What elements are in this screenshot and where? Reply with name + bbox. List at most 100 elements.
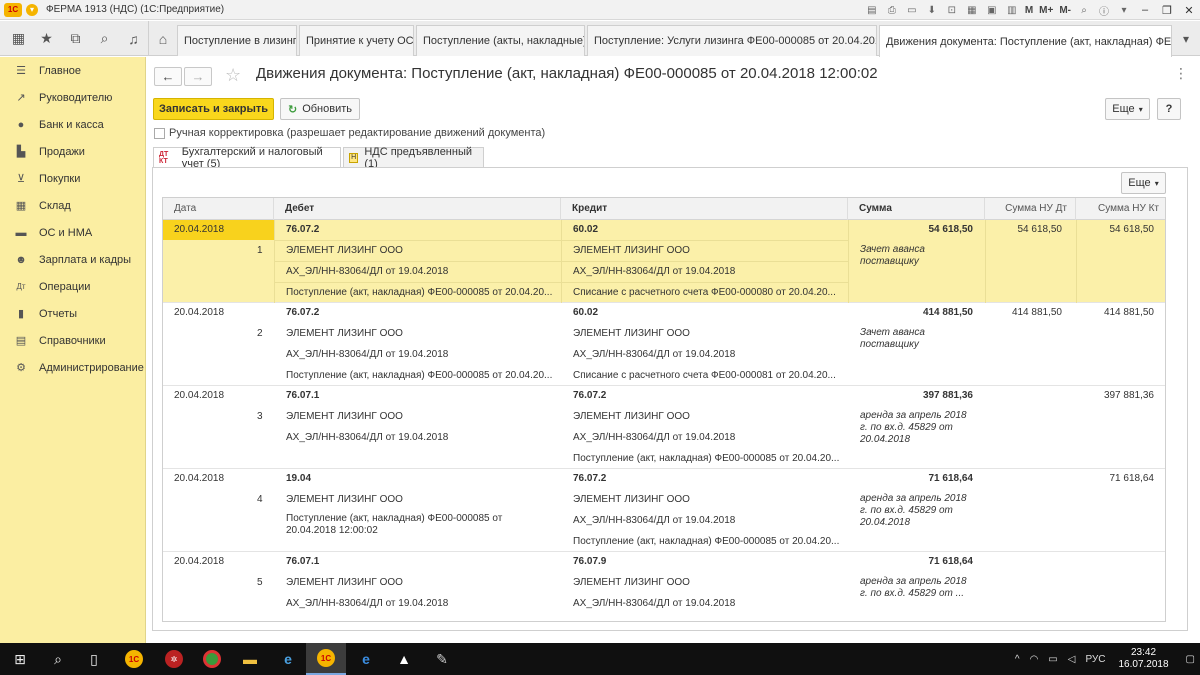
apps-grid-icon[interactable]: ▦: [4, 21, 33, 56]
tab-postuplenie-akty[interactable]: Поступление (акты, накладные) ×: [416, 25, 585, 56]
table-more-button[interactable]: Еще ▾: [1121, 172, 1166, 194]
column-date[interactable]: Дата: [163, 198, 274, 220]
edge-icon[interactable]: e: [346, 643, 386, 675]
row-content: Зачет аванса поставщику: [860, 244, 925, 267]
tab-label: Поступление: Услуги лизинга ФЕ00-000085 …: [594, 35, 877, 47]
task-view-icon[interactable]: ▯: [74, 643, 114, 675]
sidebar-item-glavnoe[interactable]: ☰ Главное: [0, 57, 145, 84]
app-1c-active-icon[interactable]: 1С: [306, 643, 346, 675]
speaker-icon[interactable]: ◁: [1068, 654, 1076, 665]
credit-account: 76.07.2: [573, 390, 607, 401]
app-1c-icon[interactable]: 1С: [114, 643, 154, 675]
windows-start-icon[interactable]: ⊞: [0, 643, 40, 675]
maximize-button[interactable]: ❐: [1156, 0, 1178, 20]
manual-correction-checkbox[interactable]: [154, 128, 165, 139]
file-explorer-icon[interactable]: ▬: [230, 643, 270, 675]
more-button[interactable]: Еще ▾: [1105, 98, 1150, 120]
bell-icon[interactable]: ♫: [119, 21, 148, 56]
sidebar-item-administrirovanie[interactable]: ⚙ Администрирование: [0, 354, 145, 381]
photos-icon[interactable]: ▲: [384, 643, 424, 675]
table-icon[interactable]: ▦: [965, 4, 979, 16]
internet-explorer-icon[interactable]: e: [268, 643, 308, 675]
info-icon[interactable]: ⓘ: [1097, 4, 1111, 18]
chart-icon: ↗: [16, 92, 26, 104]
save-icon[interactable]: ▤: [865, 4, 879, 16]
column-sum[interactable]: Сумма: [848, 198, 985, 220]
row-number: 2: [257, 328, 263, 339]
memory-button[interactable]: M: [1025, 5, 1033, 16]
clock[interactable]: 23:42 16.07.2018: [1118, 647, 1168, 671]
table-row[interactable]: 20.04.2018 4 19.04 ЭЛЕМЕНТ ЛИЗИНГ ООО По…: [163, 469, 1165, 552]
column-debit[interactable]: Дебет: [274, 198, 561, 220]
sidebar-item-bank[interactable]: ● Банк и касса: [0, 111, 145, 138]
tab-prinyatie-os[interactable]: Принятие к учету ОС ×: [299, 25, 414, 56]
tabs-menu-icon[interactable]: ▾: [1172, 21, 1200, 56]
notifications-icon[interactable]: ▢: [1186, 654, 1195, 665]
preview-icon[interactable]: ▭: [905, 4, 919, 16]
tab-postuplenie-v-lizing[interactable]: Поступление в лизинг ×: [177, 25, 297, 56]
debit-subconto-3: Поступление (акт, накладная) ФЕ00-000085…: [286, 370, 553, 381]
print-icon[interactable]: ⎙: [885, 4, 899, 16]
table-row[interactable]: 20.04.2018 1 76.07.2 ЭЛЕМЕНТ ЛИЗИНГ ООО …: [163, 220, 1165, 303]
settings-arrow-icon[interactable]: ▾: [1117, 4, 1131, 16]
sidebar-item-operacii[interactable]: Дт Операции: [0, 273, 145, 300]
row-sum: 71 618,64: [928, 473, 974, 484]
memory-minus-button[interactable]: M-: [1059, 5, 1071, 16]
sidebar-item-rukovoditelyu[interactable]: ↗ Руководителю: [0, 84, 145, 111]
calculator-icon[interactable]: ▥: [1005, 4, 1019, 16]
column-sum-nu-kt[interactable]: Сумма НУ Кт: [1076, 198, 1165, 220]
sidebar-item-label: Операции: [39, 280, 91, 293]
sidebar-item-spravochniki[interactable]: ▤ Справочники: [0, 327, 145, 354]
calendar-icon[interactable]: ▣: [985, 4, 999, 16]
language-indicator[interactable]: РУС: [1085, 654, 1105, 665]
window-titlebar: 1С ▾ ФЕРМА 1913 (НДС) (1С:Предприятие) ▤…: [0, 0, 1200, 20]
history-icon[interactable]: ⧉: [61, 21, 90, 56]
sidebar-item-label: Справочники: [39, 334, 106, 347]
minimize-button[interactable]: –: [1134, 0, 1156, 20]
search-icon[interactable]: ⌕: [90, 21, 119, 56]
home-icon[interactable]: ⌂: [148, 21, 177, 56]
tab-uslugi-lizinga[interactable]: Поступление: Услуги лизинга ФЕ00-000085 …: [587, 25, 877, 56]
wifi-icon[interactable]: ◠: [1030, 654, 1039, 665]
zoom-icon[interactable]: ⌕: [1077, 4, 1091, 16]
back-button[interactable]: ←: [154, 67, 182, 86]
memory-plus-button[interactable]: M+: [1039, 5, 1053, 16]
sidebar-item-zarplata[interactable]: ☻ Зарплата и кадры: [0, 246, 145, 273]
tab-vat[interactable]: Н НДС предъявленный (1): [343, 146, 484, 170]
sidebar-item-sklad[interactable]: ▦ Склад: [0, 192, 145, 219]
system-tray: ^ ◠ ▭ ◁ РУС 23:42 16.07.2018 ▢: [1010, 643, 1200, 675]
help-button[interactable]: ?: [1157, 98, 1181, 120]
forward-button[interactable]: →: [184, 67, 212, 86]
chevron-down-icon: ▾: [1154, 178, 1159, 188]
table-row[interactable]: 20.04.2018 2 76.07.2 ЭЛЕМЕНТ ЛИЗИНГ ООО …: [163, 303, 1165, 386]
main-menu-icon[interactable]: ▾: [26, 3, 38, 16]
sidebar-item-prodazhi[interactable]: ▙ Продажи: [0, 138, 145, 165]
favorites-star-icon[interactable]: ★: [32, 21, 61, 56]
credit-subconto-1: ЭЛЕМЕНТ ЛИЗИНГ ООО: [573, 577, 690, 588]
bank-icon: ●: [17, 118, 25, 131]
cart-icon: ▙: [16, 146, 26, 158]
chrome-icon[interactable]: [192, 643, 232, 675]
sidebar-item-otchety[interactable]: ▮ Отчеты: [0, 300, 145, 327]
sidebar-item-os-nma[interactable]: ▬ ОС и НМА: [0, 219, 145, 246]
attach-icon[interactable]: ⊡: [945, 4, 959, 16]
tab-accounting[interactable]: ДТ КТ Бухгалтерский и налоговый учет (5): [153, 146, 341, 170]
battery-icon[interactable]: ▭: [1048, 654, 1057, 665]
paint-icon[interactable]: ✎: [422, 643, 462, 675]
column-credit[interactable]: Кредит: [561, 198, 848, 220]
save-close-button[interactable]: Записать и закрыть: [153, 98, 274, 120]
table-row[interactable]: 20.04.2018 5 76.07.1 ЭЛЕМЕНТ ЛИЗИНГ ООО …: [163, 552, 1165, 621]
search-icon[interactable]: ⌕: [38, 643, 78, 675]
column-sum-nu-dt[interactable]: Сумма НУ Дт: [985, 198, 1076, 220]
table-row[interactable]: 20.04.2018 3 76.07.1 ЭЛЕМЕНТ ЛИЗИНГ ООО …: [163, 386, 1165, 469]
app-media-icon[interactable]: ✲: [154, 643, 194, 675]
sidebar-item-pokupki[interactable]: ⊻ Покупки: [0, 165, 145, 192]
tray-up-icon[interactable]: ^: [1015, 654, 1020, 665]
tab-dvizheniya-dokumenta[interactable]: Движения документа: Поступление (акт, на…: [879, 25, 1172, 57]
credit-subconto-3: Поступление (акт, накладная) ФЕ00-000085…: [573, 453, 840, 464]
close-window-button[interactable]: ✕: [1178, 0, 1200, 20]
form-close-icon[interactable]: ⋮: [1174, 65, 1188, 82]
refresh-button[interactable]: ↻ Обновить: [280, 98, 360, 120]
favorite-star-icon[interactable]: ☆: [225, 65, 241, 86]
download-icon[interactable]: ⬇: [925, 4, 939, 16]
